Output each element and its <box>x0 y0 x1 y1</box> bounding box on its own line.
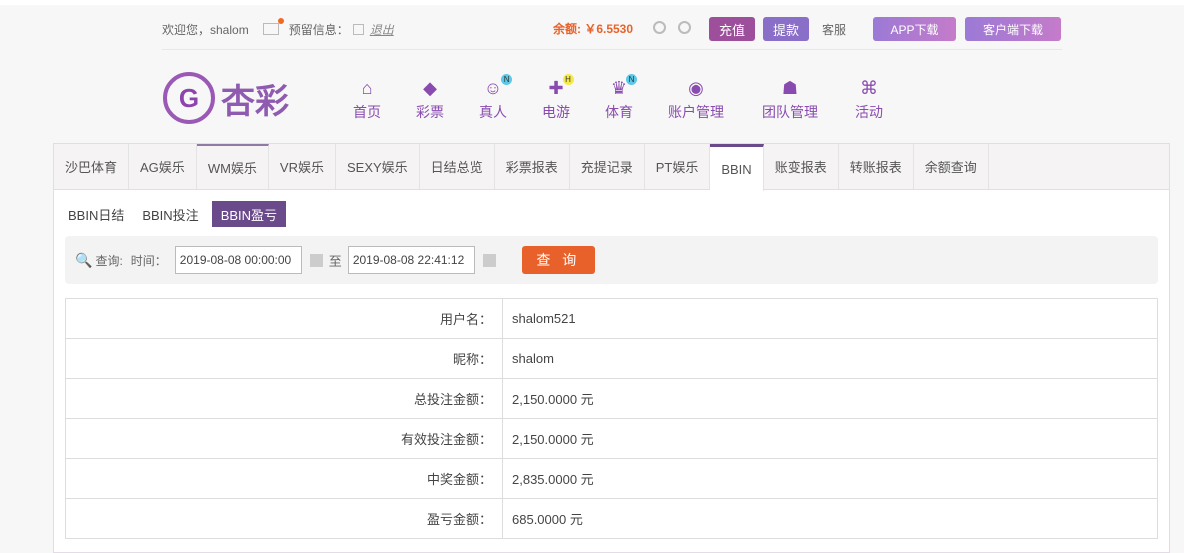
table-row: 有效投注金额： 2,150.0000 元 <box>65 418 1158 459</box>
new-badge: N <box>501 74 513 85</box>
logo[interactable]: G 杏彩 <box>163 72 289 124</box>
nav-label: 彩票 <box>416 104 444 120</box>
table-row: 盈亏金额： 685.0000 元 <box>65 498 1158 539</box>
tab-vr[interactable]: VR娱乐 <box>269 144 336 189</box>
nav-label: 团队管理 <box>762 104 818 120</box>
query-label: 查询: <box>95 253 123 268</box>
subtab-bbin-bets[interactable]: BBIN投注 <box>133 201 207 227</box>
query-bar: 🔍 查询: 时间： 至 查 询 <box>65 236 1158 284</box>
report-tabs: 沙巴体育 AG娱乐 WM娱乐 VR娱乐 SEXY娱乐 日结总览 彩票报表 充提记… <box>54 144 1169 191</box>
table-row: 中奖金额： 2,835.0000 元 <box>65 458 1158 499</box>
mail-icon[interactable] <box>262 18 284 35</box>
nav-label: 账户管理 <box>668 104 724 120</box>
live-dealer-icon: ☺ N <box>484 74 513 98</box>
tab-sexy[interactable]: SEXY娱乐 <box>336 144 420 189</box>
logout-link[interactable]: 退出 <box>370 21 394 38</box>
tab-account-changes[interactable]: 账变报表 <box>764 144 839 189</box>
subtab-bbin-daily[interactable]: BBIN日结 <box>59 201 133 227</box>
divider <box>162 49 1062 50</box>
tab-lottery-report[interactable]: 彩票报表 <box>495 144 570 189</box>
welcome-text: 欢迎您，shalom <box>162 22 249 37</box>
withdraw-button[interactable]: 提款 <box>763 17 809 41</box>
nav-account[interactable]: ◉ 账户管理 <box>668 78 724 122</box>
team-icon: ☗ <box>781 78 799 98</box>
lottery-icon: ◆ <box>423 78 437 98</box>
trophy-icon: ♛ N <box>611 74 638 98</box>
sub-tabs: BBIN日结 BBIN投注 BBIN盈亏 <box>59 201 287 227</box>
nav-label: 真人 <box>479 104 507 120</box>
table-row: 昵称： shalom <box>65 338 1158 379</box>
nav-label: 首页 <box>353 104 381 120</box>
report-panel: 沙巴体育 AG娱乐 WM娱乐 VR娱乐 SEXY娱乐 日结总览 彩票报表 充提记… <box>53 143 1170 553</box>
nav-lottery[interactable]: ◆ 彩票 <box>416 78 444 122</box>
tab-bbin[interactable]: BBIN <box>710 144 764 191</box>
tab-deposit-records[interactable]: 充提记录 <box>570 144 645 189</box>
subtab-bbin-profit[interactable]: BBIN盈亏 <box>211 201 287 227</box>
gamepad-icon: ✚ H <box>548 74 574 98</box>
client-download-button[interactable]: 客户端下载 <box>965 17 1061 41</box>
hot-badge: H <box>562 74 574 85</box>
nav-label: 电游 <box>542 104 570 120</box>
nav-label: 体育 <box>605 104 633 120</box>
app-download-button[interactable]: APP下载 <box>873 17 956 41</box>
profit-table: 用户名： shalom521 昵称： shalom 总投注金额： 2,150.0000… <box>65 298 1158 539</box>
logo-name: 杏彩 <box>221 82 289 121</box>
tab-wm[interactable]: WM娱乐 <box>196 144 269 189</box>
refresh-icon[interactable] <box>653 21 666 34</box>
table-row: 用户名： shalom521 <box>65 298 1158 339</box>
tab-saba[interactable]: 沙巴体育 <box>54 144 130 189</box>
deposit-button[interactable]: 充值 <box>709 17 755 41</box>
yen-coin-icon: ◉ <box>688 78 704 98</box>
nav-home[interactable]: ⌂ 首页 <box>353 78 381 122</box>
nav-live[interactable]: ☺ N 真人 <box>479 74 513 122</box>
calendar-icon[interactable] <box>309 253 323 267</box>
tab-pt[interactable]: PT娱乐 <box>645 144 711 189</box>
hide-balance-icon[interactable] <box>678 21 691 34</box>
table-row: 总投注金额： 2,150.0000 元 <box>65 378 1158 419</box>
logo-mark: G <box>163 72 215 124</box>
calendar-icon[interactable] <box>482 253 496 267</box>
gift-icon: ⌘ <box>860 78 878 98</box>
tab-balance-query[interactable]: 余额查询 <box>914 144 989 189</box>
to-label: 至 <box>328 253 342 269</box>
reserve-label: 预留信息： <box>288 22 349 37</box>
nav-team[interactable]: ☗ 团队管理 <box>762 78 818 122</box>
search-icon: 🔍 <box>75 251 93 268</box>
browser-strip <box>0 0 1184 5</box>
tab-daily-overview[interactable]: 日结总览 <box>420 144 495 189</box>
nav-label: 活动 <box>855 104 883 120</box>
start-time-input[interactable] <box>174 246 302 274</box>
nav-sports[interactable]: ♛ N 体育 <box>605 74 638 122</box>
nav-activity[interactable]: ⌘ 活动 <box>855 78 883 122</box>
balance: 余额: ￥6.5530 <box>553 22 634 36</box>
tab-transfer-report[interactable]: 转账报表 <box>839 144 914 189</box>
end-time-input[interactable] <box>347 246 475 274</box>
query-button[interactable]: 查 询 <box>521 246 595 274</box>
home-icon: ⌂ <box>361 78 373 98</box>
tab-ag[interactable]: AG娱乐 <box>129 144 197 189</box>
new-badge: N <box>626 74 638 85</box>
edit-icon[interactable] <box>352 23 364 35</box>
nav-games[interactable]: ✚ H 电游 <box>542 74 574 122</box>
time-label: 时间： <box>130 253 167 268</box>
service-link[interactable]: 客服 <box>822 21 846 38</box>
